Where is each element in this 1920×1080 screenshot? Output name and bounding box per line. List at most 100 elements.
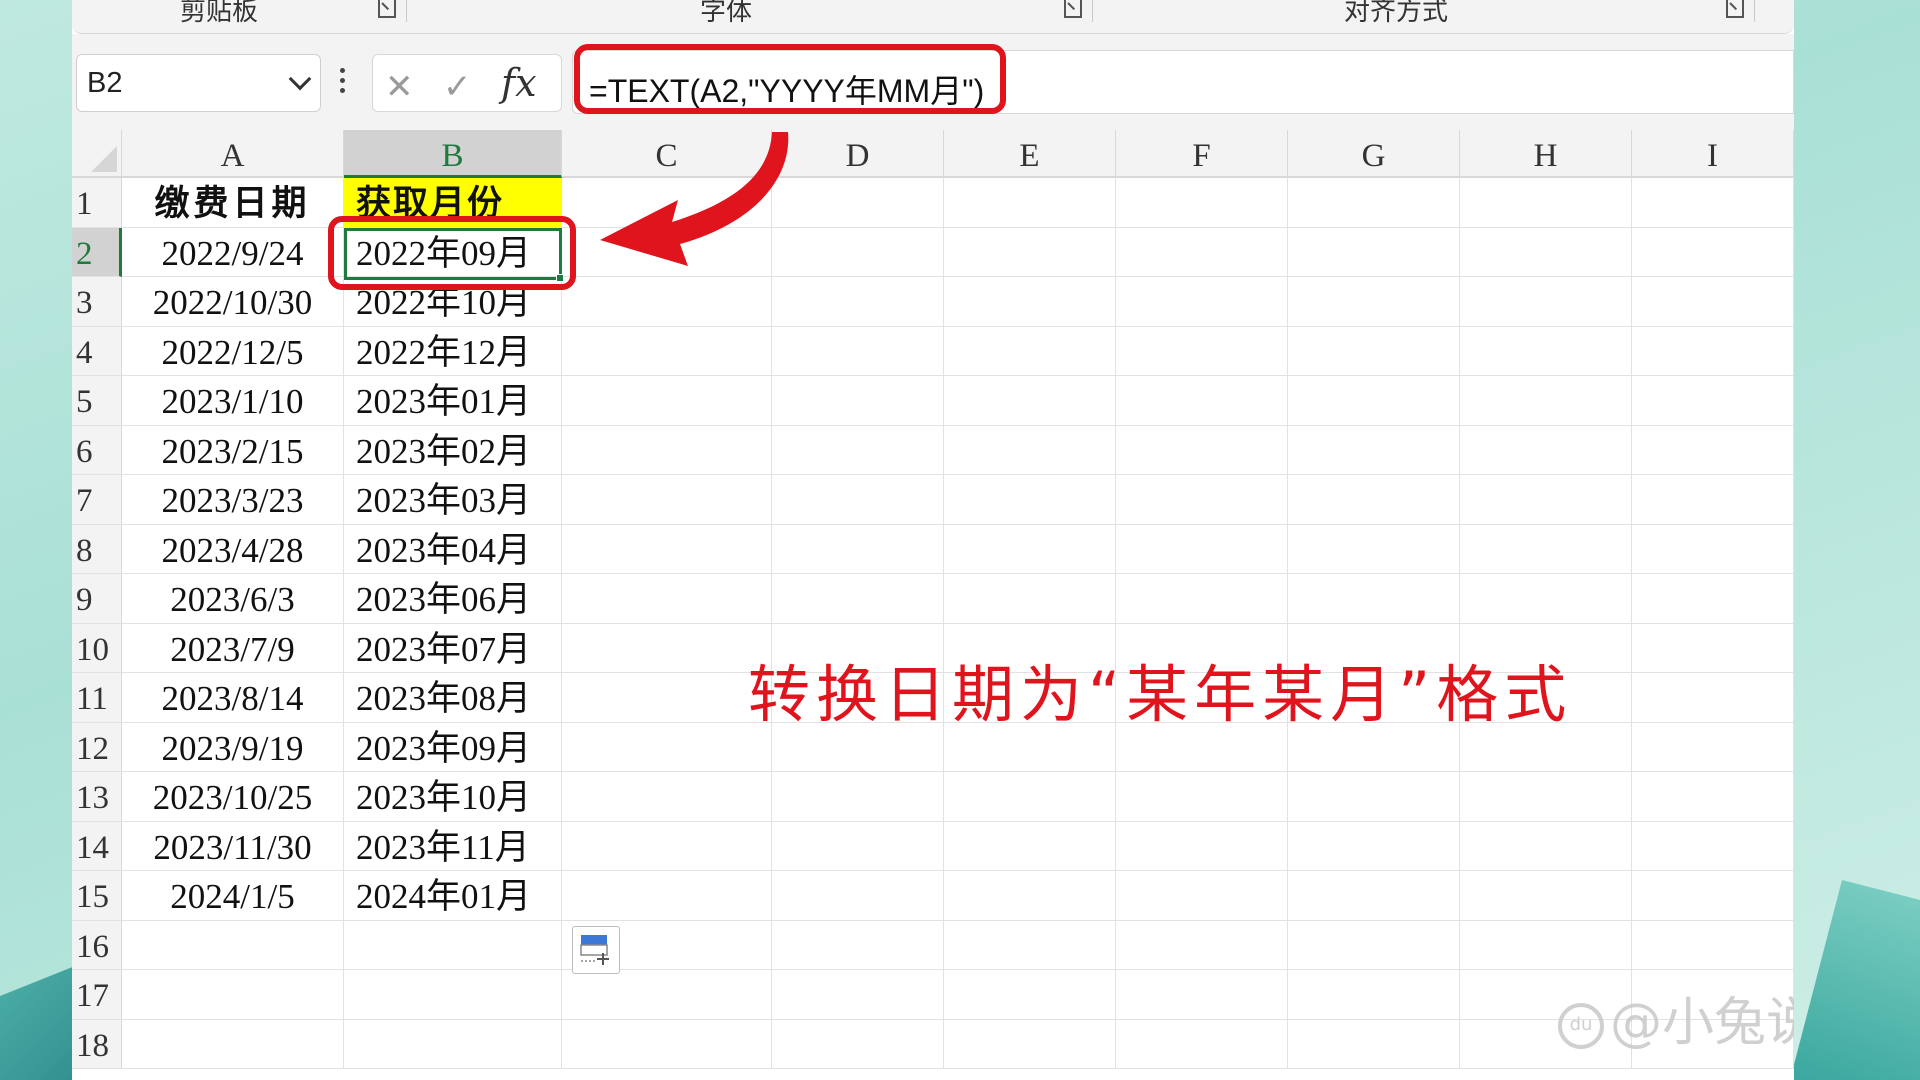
cell-h15[interactable] [1460, 871, 1632, 921]
column-header-a[interactable]: A [122, 130, 344, 178]
alignment-dialog-launcher-icon[interactable] [1726, 0, 1744, 18]
quick-analysis-icon[interactable] [572, 926, 620, 974]
cell-a11[interactable]: 2023/8/14 [122, 673, 344, 723]
cell-b12[interactable]: 2023年09月 [344, 722, 562, 772]
column-header-h[interactable]: H [1460, 130, 1632, 178]
cell-f3[interactable] [1116, 277, 1288, 327]
cell-b15[interactable]: 2024年01月 [344, 871, 562, 921]
cell-i5[interactable] [1632, 376, 1794, 426]
cell-g5[interactable] [1288, 376, 1460, 426]
row-header-9[interactable]: 9 [72, 574, 122, 624]
cell-d6[interactable] [772, 425, 944, 475]
cell-i8[interactable] [1632, 524, 1794, 574]
cell-h13[interactable] [1460, 772, 1632, 822]
cell-c8[interactable] [562, 524, 772, 574]
cell-h7[interactable] [1460, 475, 1632, 525]
row-header-15[interactable]: 15 [72, 871, 122, 921]
cell-d9[interactable] [772, 574, 944, 624]
cell-f1[interactable] [1116, 178, 1288, 228]
row-header-13[interactable]: 13 [72, 772, 122, 822]
cell-a4[interactable]: 2022/12/5 [122, 326, 344, 376]
cell-i9[interactable] [1632, 574, 1794, 624]
font-dialog-launcher-icon[interactable] [1064, 0, 1082, 18]
cell-f8[interactable] [1116, 524, 1288, 574]
cell-i16[interactable] [1632, 920, 1794, 970]
cell-e16[interactable] [944, 920, 1116, 970]
row-header-18[interactable]: 18 [72, 1019, 122, 1069]
cell-a8[interactable]: 2023/4/28 [122, 524, 344, 574]
name-box[interactable]: B2 [76, 54, 321, 112]
cell-i6[interactable] [1632, 425, 1794, 475]
row-header-10[interactable]: 10 [72, 623, 122, 673]
cell-e13[interactable] [944, 772, 1116, 822]
cell-h2[interactable] [1460, 227, 1632, 277]
cell-g8[interactable] [1288, 524, 1460, 574]
cell-i12[interactable] [1632, 722, 1794, 772]
cell-b4[interactable]: 2022年12月 [344, 326, 562, 376]
cell-g13[interactable] [1288, 772, 1460, 822]
row-header-11[interactable]: 11 [72, 673, 122, 723]
cell-d17[interactable] [772, 970, 944, 1020]
insert-function-icon[interactable]: fx [501, 61, 537, 105]
cell-d5[interactable] [772, 376, 944, 426]
cell-g18[interactable] [1288, 1019, 1460, 1069]
cell-c13[interactable] [562, 772, 772, 822]
cell-c14[interactable] [562, 821, 772, 871]
cell-i7[interactable] [1632, 475, 1794, 525]
cell-a10[interactable]: 2023/7/9 [122, 623, 344, 673]
cell-b5[interactable]: 2023年01月 [344, 376, 562, 426]
cell-a13[interactable]: 2023/10/25 [122, 772, 344, 822]
cell-b17[interactable] [344, 970, 562, 1020]
cell-a9[interactable]: 2023/6/3 [122, 574, 344, 624]
cell-c7[interactable] [562, 475, 772, 525]
row-header-1[interactable]: 1 [72, 178, 122, 228]
cell-e2[interactable] [944, 227, 1116, 277]
cell-b13[interactable]: 2023年10月 [344, 772, 562, 822]
clipboard-dialog-launcher-icon[interactable] [378, 0, 396, 18]
more-options-icon[interactable] [340, 68, 346, 98]
cell-f7[interactable] [1116, 475, 1288, 525]
cell-a2[interactable]: 2022/9/24 [122, 227, 344, 277]
cell-a5[interactable]: 2023/1/10 [122, 376, 344, 426]
cell-i4[interactable] [1632, 326, 1794, 376]
cell-e1[interactable] [944, 178, 1116, 228]
cell-i11[interactable] [1632, 673, 1794, 723]
cell-e6[interactable] [944, 425, 1116, 475]
cell-e17[interactable] [944, 970, 1116, 1020]
cell-e18[interactable] [944, 1019, 1116, 1069]
cell-d16[interactable] [772, 920, 944, 970]
row-header-8[interactable]: 8 [72, 524, 122, 574]
cancel-icon[interactable]: ✕ [385, 67, 414, 107]
cell-h5[interactable] [1460, 376, 1632, 426]
cell-h6[interactable] [1460, 425, 1632, 475]
cell-h8[interactable] [1460, 524, 1632, 574]
cell-a17[interactable] [122, 970, 344, 1020]
cell-g16[interactable] [1288, 920, 1460, 970]
row-header-3[interactable]: 3 [72, 277, 122, 327]
cell-b11[interactable]: 2023年08月 [344, 673, 562, 723]
cell-g6[interactable] [1288, 425, 1460, 475]
cell-b8[interactable]: 2023年04月 [344, 524, 562, 574]
cell-c17[interactable] [562, 970, 772, 1020]
row-header-4[interactable]: 4 [72, 326, 122, 376]
cell-c12[interactable] [562, 722, 772, 772]
cell-b7[interactable]: 2023年03月 [344, 475, 562, 525]
cell-d13[interactable] [772, 772, 944, 822]
cell-a6[interactable]: 2023/2/15 [122, 425, 344, 475]
cell-e4[interactable] [944, 326, 1116, 376]
cell-h4[interactable] [1460, 326, 1632, 376]
row-header-14[interactable]: 14 [72, 821, 122, 871]
cell-b6[interactable]: 2023年02月 [344, 425, 562, 475]
cell-g1[interactable] [1288, 178, 1460, 228]
column-header-e[interactable]: E [944, 130, 1116, 178]
row-header-7[interactable]: 7 [72, 475, 122, 525]
cell-h3[interactable] [1460, 277, 1632, 327]
cell-c15[interactable] [562, 871, 772, 921]
cell-d4[interactable] [772, 326, 944, 376]
cell-c9[interactable] [562, 574, 772, 624]
cell-f16[interactable] [1116, 920, 1288, 970]
column-header-i[interactable]: I [1632, 130, 1794, 178]
cell-a15[interactable]: 2024/1/5 [122, 871, 344, 921]
header-cell-date[interactable]: 缴费日期 [122, 178, 344, 228]
enter-icon[interactable]: ✓ [443, 67, 472, 107]
